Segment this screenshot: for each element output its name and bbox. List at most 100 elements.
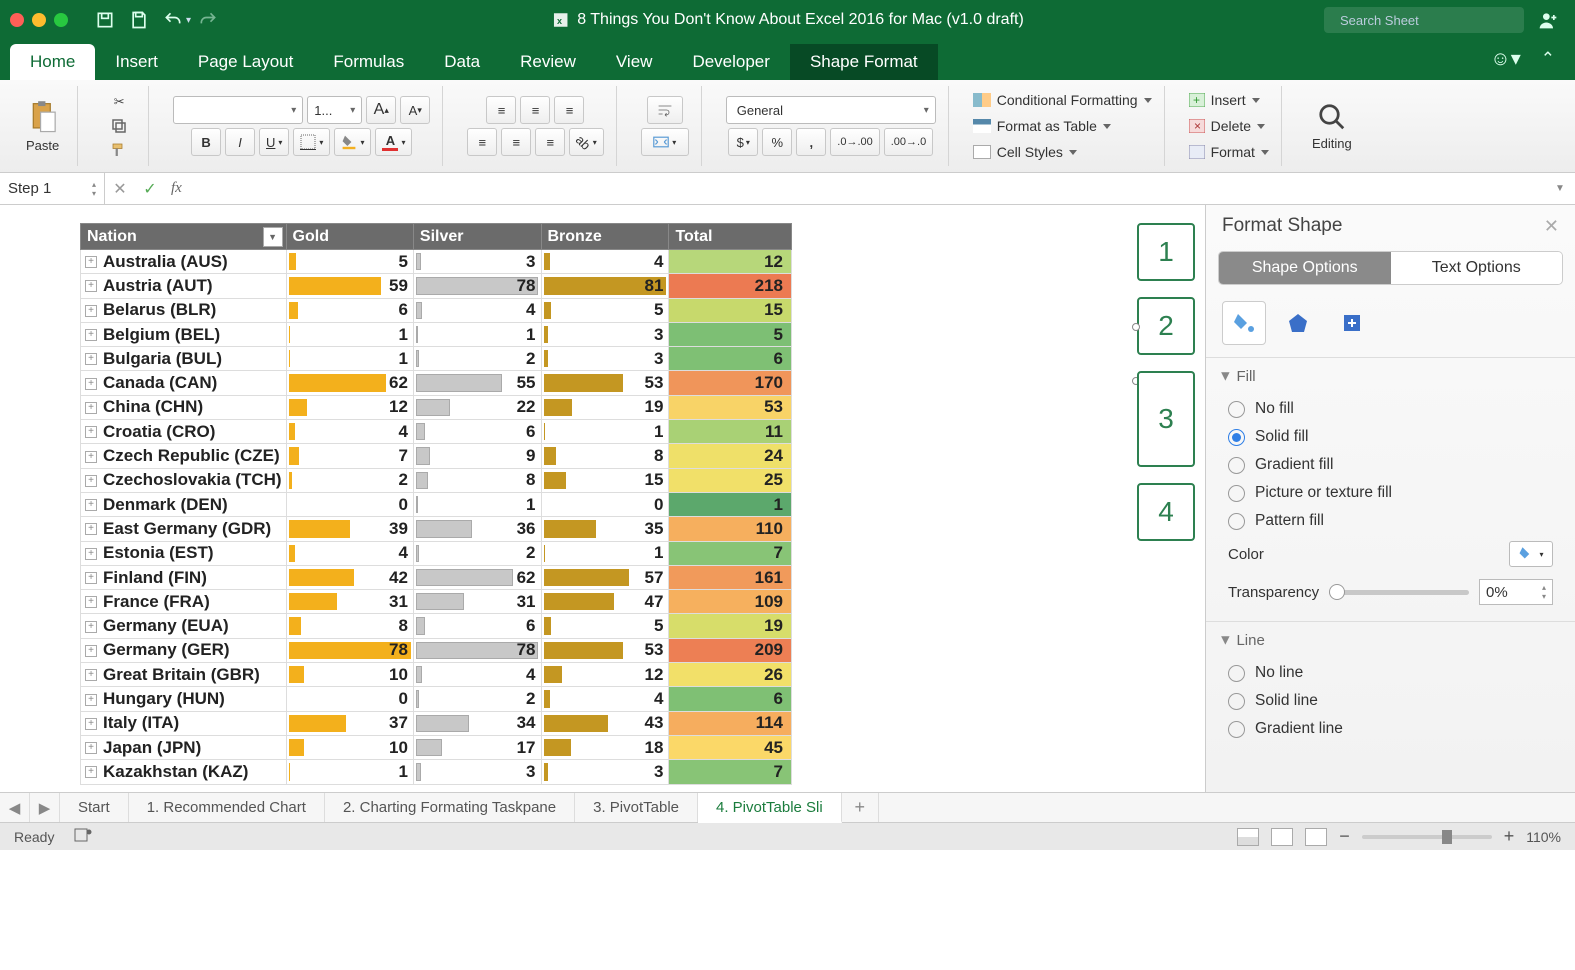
align-middle-button[interactable]: ≡ — [520, 96, 550, 124]
table-row[interactable]: +Canada (CAN)625553170 — [81, 371, 792, 395]
filter-dropdown-icon[interactable]: ▼ — [263, 227, 283, 247]
table-row[interactable]: +Belarus (BLR)64515 — [81, 298, 792, 322]
align-left-button[interactable]: ≡ — [467, 128, 497, 156]
cancel-formula-button[interactable]: ✕ — [105, 179, 135, 199]
fill-color-picker[interactable]: ▾ — [1509, 541, 1553, 567]
feedback-icon[interactable]: ☺▾ — [1490, 46, 1520, 71]
close-pane-button[interactable]: ✕ — [1544, 216, 1559, 237]
sheet-tab-charting[interactable]: 2. Charting Formating Taskpane — [325, 793, 575, 822]
gradient-line-radio[interactable]: Gradient line — [1222, 715, 1559, 743]
number-format-select[interactable]: General▾ — [726, 96, 936, 124]
effects-tab-icon[interactable] — [1276, 301, 1320, 345]
autosave-icon[interactable] — [95, 10, 115, 30]
expand-icon[interactable]: + — [85, 378, 97, 390]
percent-button[interactable]: % — [762, 128, 792, 156]
align-right-button[interactable]: ≡ — [535, 128, 565, 156]
table-row[interactable]: +Czech Republic (CZE)79824 — [81, 444, 792, 468]
expand-icon[interactable]: + — [85, 766, 97, 778]
align-top-button[interactable]: ≡ — [486, 96, 516, 124]
search-input[interactable] — [1340, 13, 1516, 28]
font-family-select[interactable]: ▾ — [173, 96, 303, 124]
expand-icon[interactable]: + — [85, 475, 97, 487]
solid-fill-radio[interactable]: Solid fill — [1222, 423, 1559, 451]
wrap-text-button[interactable] — [647, 96, 683, 124]
sheet-nav-next[interactable]: ▶ — [30, 793, 60, 822]
sheet-tab-start[interactable]: Start — [60, 793, 129, 822]
table-row[interactable]: +East Germany (GDR)393635110 — [81, 517, 792, 541]
expand-icon[interactable]: + — [85, 718, 97, 730]
close-window-button[interactable] — [10, 13, 24, 27]
page-break-view-button[interactable] — [1305, 828, 1327, 846]
cut-icon[interactable]: ✂ — [109, 92, 129, 112]
expand-icon[interactable]: + — [85, 694, 97, 706]
editing-button[interactable]: Editing — [1306, 102, 1358, 151]
tab-insert[interactable]: Insert — [95, 44, 178, 80]
expand-icon[interactable]: + — [85, 305, 97, 317]
gradient-fill-radio[interactable]: Gradient fill — [1222, 451, 1559, 479]
enter-formula-button[interactable]: ✓ — [135, 179, 165, 199]
table-row[interactable]: +Croatia (CRO)46111 — [81, 420, 792, 444]
shape-options-tab[interactable]: Shape Options — [1219, 252, 1391, 284]
expand-icon[interactable]: + — [85, 572, 97, 584]
page-layout-view-button[interactable] — [1271, 828, 1293, 846]
macro-record-icon[interactable] — [74, 828, 92, 845]
text-options-tab[interactable]: Text Options — [1391, 252, 1563, 284]
expand-formula-bar[interactable]: ▼ — [1545, 183, 1575, 194]
table-row[interactable]: +Finland (FIN)426257161 — [81, 565, 792, 589]
tab-shape-format[interactable]: Shape Format — [790, 44, 938, 80]
expand-icon[interactable]: + — [85, 451, 97, 463]
zoom-level[interactable]: 110% — [1526, 829, 1561, 845]
expand-icon[interactable]: + — [85, 499, 97, 511]
table-row[interactable]: +Czechoslovakia (TCH)281525 — [81, 468, 792, 492]
transparency-slider[interactable] — [1329, 590, 1469, 595]
zoom-window-button[interactable] — [54, 13, 68, 27]
expand-icon[interactable]: + — [85, 426, 97, 438]
search-sheet-box[interactable] — [1324, 7, 1524, 33]
add-sheet-button[interactable]: + — [842, 793, 879, 822]
decrease-font-button[interactable]: A▾ — [400, 96, 430, 124]
decrease-decimal-button[interactable]: .00→.0 — [884, 128, 933, 156]
insert-cells-button[interactable]: +Insert — [1189, 92, 1260, 108]
expand-icon[interactable]: + — [85, 280, 97, 292]
align-center-button[interactable]: ≡ — [501, 128, 531, 156]
transparency-input[interactable]: 0%▴▾ — [1479, 579, 1553, 605]
bold-button[interactable]: B — [191, 128, 221, 156]
orientation-button[interactable]: ab▾ — [569, 128, 603, 156]
table-row[interactable]: +Denmark (DEN)0101 — [81, 492, 792, 516]
expand-icon[interactable]: + — [85, 596, 97, 608]
table-row[interactable]: +Japan (JPN)10171845 — [81, 735, 792, 759]
expand-icon[interactable]: + — [85, 256, 97, 268]
font-color-button[interactable]: A▾ — [375, 128, 412, 156]
fill-section-header[interactable]: ▶Fill — [1222, 368, 1559, 385]
expand-icon[interactable]: + — [85, 523, 97, 535]
worksheet-area[interactable]: Nation▼ Gold Silver Bronze Total +Austra… — [0, 205, 1205, 792]
size-tab-icon[interactable] — [1330, 301, 1374, 345]
table-row[interactable]: +Belgium (BEL)1135 — [81, 322, 792, 346]
share-icon[interactable] — [1538, 10, 1558, 30]
increase-decimal-button[interactable]: .0→.00 — [830, 128, 879, 156]
undo-dropdown[interactable]: ▾ — [186, 15, 191, 26]
expand-icon[interactable]: + — [85, 353, 97, 365]
increase-font-button[interactable]: A▴ — [366, 96, 396, 124]
cell-styles-button[interactable]: Cell Styles — [973, 144, 1077, 160]
italic-button[interactable]: I — [225, 128, 255, 156]
expand-icon[interactable]: + — [85, 548, 97, 560]
copy-icon[interactable] — [109, 116, 129, 136]
expand-icon[interactable]: + — [85, 645, 97, 657]
border-button[interactable]: ▾ — [293, 128, 330, 156]
expand-icon[interactable]: + — [85, 621, 97, 633]
conditional-formatting-button[interactable]: Conditional Formatting — [973, 92, 1152, 108]
table-row[interactable]: +Kazakhstan (KAZ)1337 — [81, 760, 792, 784]
no-line-radio[interactable]: No line — [1222, 659, 1559, 687]
redo-icon[interactable] — [198, 10, 218, 30]
merge-button[interactable]: ▾ — [641, 128, 689, 156]
comma-button[interactable]: , — [796, 128, 826, 156]
table-row[interactable]: +Italy (ITA)373443114 — [81, 711, 792, 735]
table-row[interactable]: +France (FRA)313147109 — [81, 590, 792, 614]
slicer-4[interactable]: 4 — [1137, 483, 1195, 541]
sheet-tab-recommended[interactable]: 1. Recommended Chart — [129, 793, 325, 822]
name-box[interactable]: Step 1▴▾ — [0, 173, 105, 204]
expand-icon[interactable]: + — [85, 742, 97, 754]
line-section-header[interactable]: ▶Line — [1222, 632, 1559, 649]
table-row[interactable]: +China (CHN)12221953 — [81, 395, 792, 419]
